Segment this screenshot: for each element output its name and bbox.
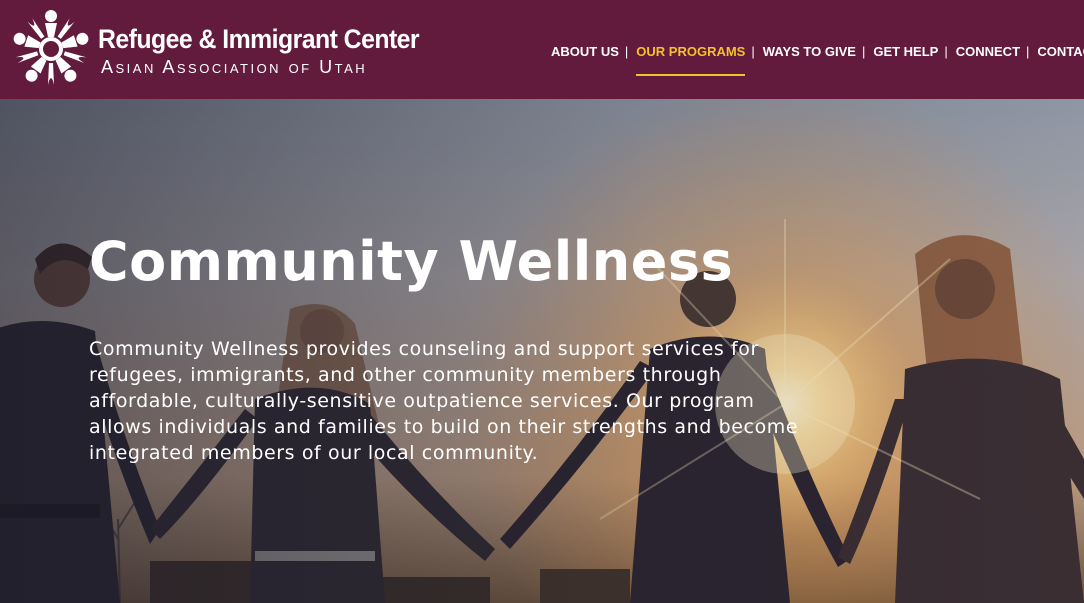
nav-separator: |: [861, 43, 866, 59]
nav-separator: |: [751, 43, 755, 59]
nav-ways-to-give[interactable]: WAYS TO GIVE: [763, 44, 856, 59]
hero-description: Community Wellness provides counseling a…: [89, 338, 799, 464]
hero-section: Community Wellness Community Wellness pr…: [0, 99, 1084, 603]
nav-our-programs[interactable]: OUR PROGRAMS: [636, 44, 746, 76]
main-nav: ABOUT US | OUR PROGRAMS | WAYS TO GIVE |…: [551, 41, 1084, 76]
nav-get-help[interactable]: GET HELP: [873, 44, 938, 59]
nav-contact[interactable]: CONTACT: [1037, 44, 1084, 59]
nav-separator: |: [944, 43, 948, 59]
nav-separator: |: [1026, 43, 1030, 59]
site-header: Refugee & Immigrant Center Asian Associa…: [0, 0, 1084, 99]
people-circle-logo-icon: [13, 10, 89, 85]
nav-about-us[interactable]: ABOUT US: [551, 44, 619, 59]
logo-title: Refugee & Immigrant Center: [98, 24, 420, 54]
nav-connect[interactable]: CONNECT: [956, 44, 1020, 59]
site-logo-link[interactable]: Refugee & Immigrant Center Asian Associa…: [8, 6, 438, 92]
page-title: Community Wellness: [89, 230, 734, 293]
logo-subtitle: Asian Association of Utah: [101, 57, 368, 77]
nav-separator: |: [624, 43, 629, 59]
